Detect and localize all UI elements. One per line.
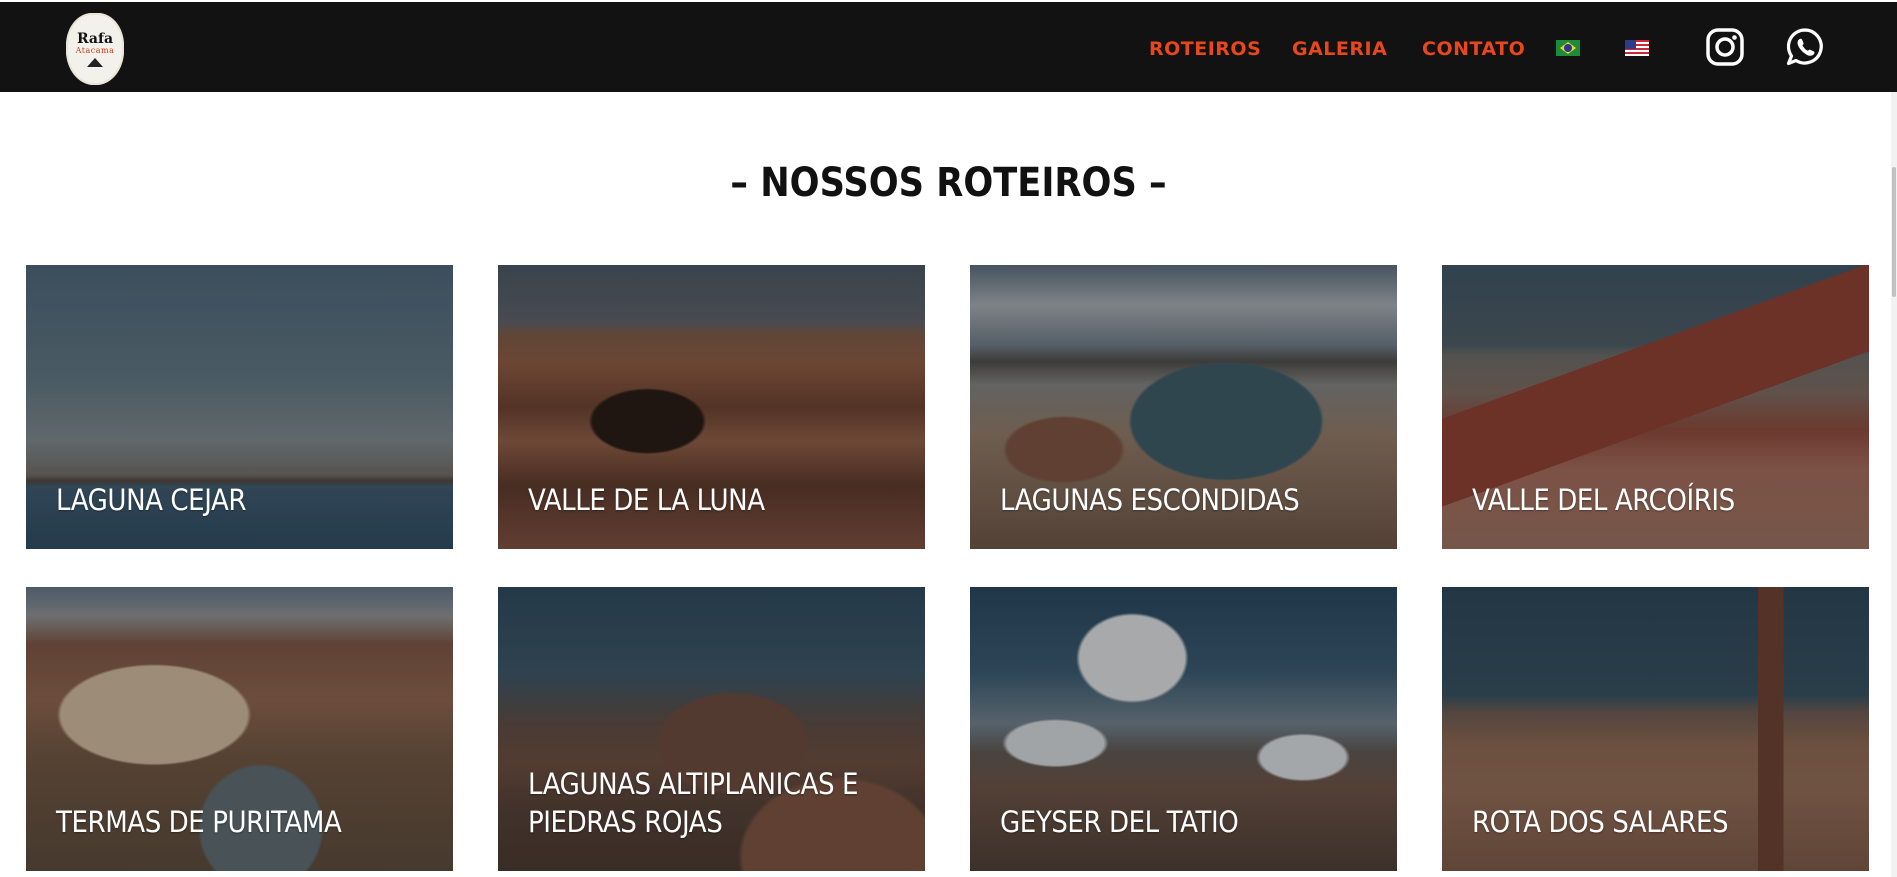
tour-card-title: LAGUNAS ESCONDIDAS	[1000, 483, 1300, 517]
instagram-icon[interactable]	[1705, 27, 1745, 67]
tour-card-termas-de-puritama[interactable]: TERMAS DE PURITAMA	[26, 587, 453, 871]
scrollbar-thumb[interactable]	[1892, 167, 1896, 297]
tour-card-title: LAGUNAS ALTIPLANICAS E PIEDRAS ROJAS	[528, 767, 859, 839]
tour-card-lagunas-escondidas[interactable]: LAGUNAS ESCONDIDAS	[970, 265, 1397, 549]
logo-text-rafa: Rafa	[76, 30, 114, 47]
page-scrollbar[interactable]	[1891, 92, 1897, 877]
nav-roteiros-link[interactable]: ROTEIROS	[1149, 38, 1261, 60]
tour-card-title: VALLE DEL ARCOÍRIS	[1472, 483, 1735, 517]
tour-card-valle-de-la-luna[interactable]: VALLE DE LA LUNA	[498, 265, 925, 549]
brazil-flag-icon[interactable]	[1556, 40, 1580, 56]
top-navbar: Rafa Atacama ROTEIROS GALERIA CONTATO	[0, 2, 1897, 92]
tour-card-laguna-cejar[interactable]: LAGUNA CEJAR	[26, 265, 453, 549]
tour-card-lagunas-altiplanicas[interactable]: LAGUNAS ALTIPLANICAS E PIEDRAS ROJAS	[498, 587, 925, 871]
nav-galeria-link[interactable]: GALERIA	[1292, 38, 1387, 60]
nav-contato-link[interactable]: CONTATO	[1422, 38, 1525, 60]
tour-card-title: TERMAS DE PURITAMA	[56, 805, 342, 839]
whatsapp-icon[interactable]	[1785, 27, 1825, 67]
tour-card-title: GEYSER DEL TATIO	[1000, 805, 1239, 839]
tour-card-valle-del-arcoiris[interactable]: VALLE DEL ARCOÍRIS	[1442, 265, 1869, 549]
us-flag-icon[interactable]	[1625, 40, 1649, 56]
tour-card-title: ROTA DOS SALARES	[1472, 805, 1729, 839]
section-title: – NOSSOS ROTEIROS –	[730, 160, 1167, 206]
tour-card-title: LAGUNA CEJAR	[56, 483, 247, 517]
flag-canton	[1625, 40, 1636, 49]
tour-card-geyser-del-tatio[interactable]: GEYSER DEL TATIO	[970, 587, 1397, 871]
flag-globe	[1564, 44, 1572, 52]
llama-mountain-icon	[87, 57, 103, 67]
rafa-atacama-logo[interactable]: Rafa Atacama	[66, 13, 124, 85]
logo-text-atacama: Atacama	[75, 45, 115, 55]
tour-card-rota-dos-salares[interactable]: ROTA DOS SALARES	[1442, 587, 1869, 871]
tour-card-title: VALLE DE LA LUNA	[528, 483, 765, 517]
